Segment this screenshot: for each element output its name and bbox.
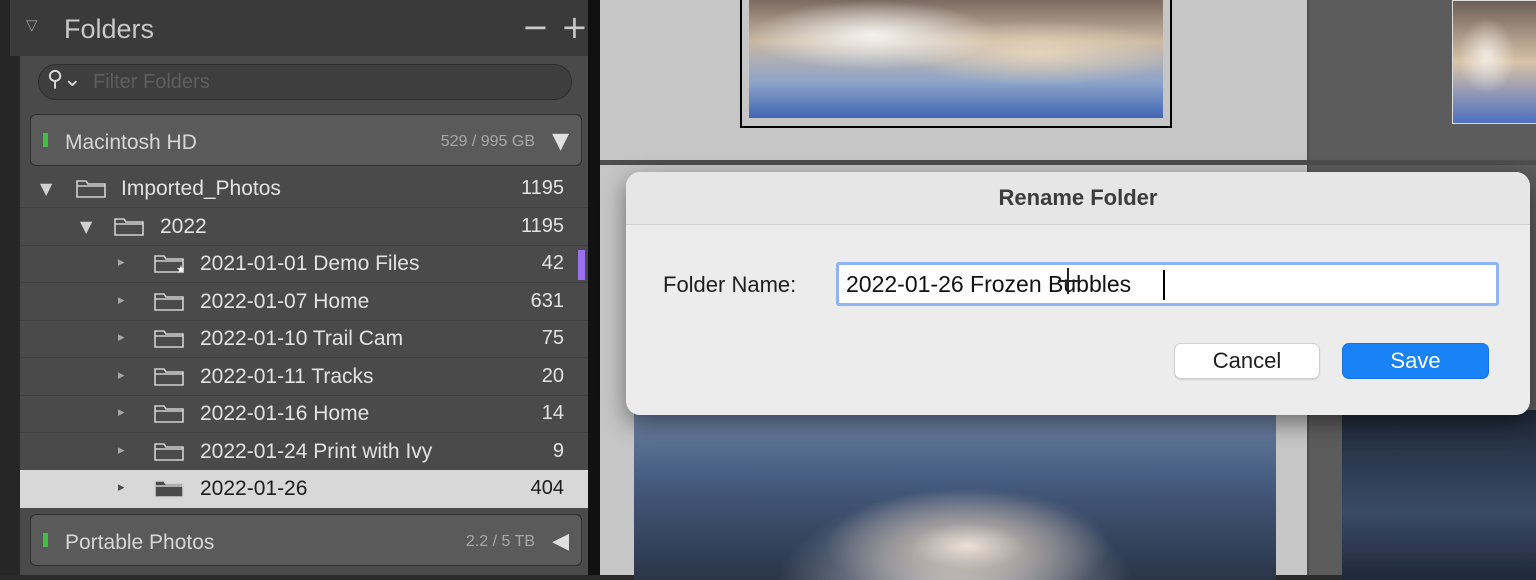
disclosure-triangle-icon[interactable]: ▸ [118,330,125,345]
folder-row[interactable]: ▸ 2022-01-24 Print with Ivy 9 [20,433,588,471]
filter-folders-input[interactable] [91,69,535,95]
dialog-title: Rename Folder [626,172,1530,225]
folder-photo-count: 1195 [520,177,564,199]
folder-icon [154,328,184,348]
volume-portable-photos[interactable]: Portable Photos 2.2 / 5 TB ◀ [30,514,582,566]
disclosure-triangle-icon[interactable]: ▸ [118,368,125,383]
photo-thumbnail[interactable] [1452,0,1536,124]
folder-name: 2022-01-11 Tracks [200,364,374,388]
remove-folder-button[interactable]: − [522,8,549,46]
triangle-down-icon[interactable]: ▽ [26,16,38,34]
folder-name: 2022-01-07 Home [200,289,370,313]
folder-icon [76,178,106,198]
folder-name: 2022-01-26 [200,477,308,500]
disclosure-triangle-icon[interactable]: ▸ [118,405,125,420]
disclosure-triangle-icon[interactable]: ▸ [118,443,125,458]
folder-row[interactable]: ▸ 2022-01-11 Tracks 20 [20,358,588,396]
photo-thumbnail[interactable] [1342,410,1536,580]
folder-icon [154,366,184,386]
folder-icon [114,216,144,236]
disclosure-triangle-icon[interactable]: ▸ [118,480,125,495]
folder-row[interactable]: ▸ 2022-01-16 Home 14 [20,395,588,433]
save-button[interactable]: Save [1342,343,1489,379]
folders-panel: ▽ Folders − + ⚲⌄ Macintosh HD 529 / 995 … [0,0,600,575]
folder-row[interactable]: ▸ 2022-01-10 Trail Cam 75 [20,320,588,358]
triangle-down-icon[interactable]: ▼ [552,129,569,154]
volume-name: Portable Photos [65,531,215,554]
ibeam-cursor-icon [1058,280,1080,282]
cancel-button[interactable]: Cancel [1174,343,1320,379]
color-label-marker [578,250,585,280]
folder-row[interactable]: ▼ Imported_Photos 1195 [20,170,588,208]
disclosure-triangle-icon[interactable]: ▸ [118,293,125,308]
search-icon[interactable]: ⚲⌄ [47,67,82,92]
folder-name: 2022-01-10 Trail Cam [200,327,404,350]
panel-title: Folders [64,14,155,44]
folder-starred-icon: ★ [154,253,186,276]
folder-icon [154,291,184,311]
grid-cell[interactable] [600,0,1307,160]
folder-name-label: Folder Name: [663,272,797,297]
folder-photo-count: 9 [552,439,564,462]
folder-name: 2022-01-24 Print with Ivy [200,439,433,463]
folder-name-input[interactable] [836,262,1499,306]
folder-photo-count: 631 [530,289,564,312]
folder-name: 2022 [160,214,207,238]
folder-row[interactable]: ▼ 2022 1195 [20,208,588,246]
disclosure-triangle-icon[interactable]: ▼ [40,179,52,198]
photo-border [740,0,1172,128]
disclosure-triangle-icon[interactable]: ▸ [118,255,125,270]
volume-name: Macintosh HD [65,131,197,154]
folders-panel-header[interactable]: ▽ Folders − + [10,0,588,56]
folder-name: 2022-01-16 Home [200,402,370,425]
panel-divider [588,0,600,575]
folder-icon [154,441,184,461]
volume-status-indicator [43,133,48,147]
folders-panel-body: ⚲⌄ Macintosh HD 529 / 995 GB ▼ ▼ Imported… [20,56,588,575]
add-folder-button[interactable]: + [561,8,588,46]
volume-status-indicator [43,533,48,547]
volume-usage: 529 / 995 GB [440,133,535,150]
svg-text:★: ★ [176,263,184,273]
folder-photo-count: 75 [541,327,564,349]
folder-row[interactable]: ▸ ★ 2021-01-01 Demo Files 42 [20,245,588,283]
folder-row[interactable]: ▸ 2022-01-07 Home 631 [20,283,588,321]
folder-photo-count: 42 [541,252,564,274]
folder-photo-count: 14 [541,402,564,424]
folder-photo-count: 404 [530,477,564,499]
filter-folders-box[interactable]: ⚲⌄ [38,64,572,100]
triangle-left-icon[interactable]: ◀ [552,529,569,554]
folder-icon [154,478,184,498]
text-caret [1163,270,1165,300]
photo-thumbnail[interactable] [634,410,1276,580]
folder-row[interactable]: ▸ 2022-01-26 404 [20,470,588,508]
volume-usage: 2.2 / 5 TB [465,533,535,550]
folder-name: 2021-01-01 Demo Files [200,252,420,275]
photo-thumbnail[interactable] [749,0,1163,118]
rename-folder-dialog: Rename Folder Folder Name: Cancel Save [626,172,1530,415]
disclosure-triangle-icon[interactable]: ▼ [80,217,92,236]
folder-photo-count: 1195 [520,214,564,237]
grid-cell[interactable] [1309,0,1536,160]
folder-photo-count: 20 [541,364,564,387]
folder-icon [154,403,184,423]
folder-name: Imported_Photos [121,177,281,200]
volume-macintosh-hd[interactable]: Macintosh HD 529 / 995 GB ▼ [30,114,582,166]
